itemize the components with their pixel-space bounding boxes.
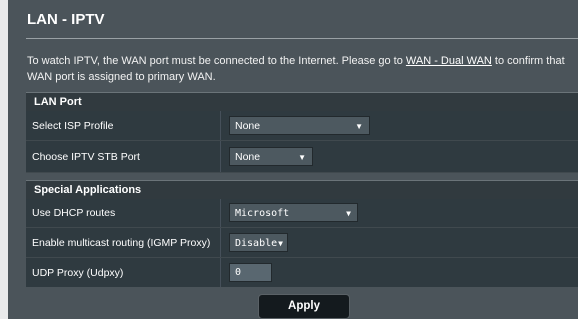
- isp-profile-value: None: [235, 120, 261, 132]
- title-divider: [26, 38, 578, 39]
- apply-button[interactable]: Apply: [258, 294, 350, 319]
- row-divider: [220, 228, 221, 257]
- igmp-proxy-value: Disable: [235, 238, 278, 249]
- igmp-proxy-select[interactable]: Disable ▼: [229, 233, 288, 252]
- row-divider: [220, 111, 221, 140]
- special-apps-section: Special Applications Use DHCP routes Mic…: [26, 180, 578, 287]
- dhcp-routes-label: Use DHCP routes: [32, 207, 116, 219]
- chevron-down-icon: ▼: [278, 239, 283, 248]
- stb-port-row: Choose IPTV STB Port None ▼: [26, 141, 578, 173]
- stb-port-label: Choose IPTV STB Port: [32, 151, 140, 163]
- page-description: To watch IPTV, the WAN port must be conn…: [27, 53, 575, 85]
- row-divider: [220, 141, 221, 172]
- wan-dual-wan-link[interactable]: WAN - Dual WAN: [406, 55, 492, 67]
- dhcp-routes-value: Microsoft: [235, 208, 290, 219]
- igmp-proxy-row: Enable multicast routing (IGMP Proxy) Di…: [26, 228, 578, 258]
- page-title: LAN - IPTV: [27, 11, 105, 28]
- udpxy-port-input[interactable]: [229, 263, 272, 282]
- lan-port-heading: LAN Port: [26, 92, 578, 111]
- stb-port-select[interactable]: None ▼: [229, 147, 313, 166]
- special-apps-heading: Special Applications: [26, 180, 578, 199]
- chevron-down-icon: ▼: [355, 122, 363, 131]
- udpxy-row: UDP Proxy (Udpxy): [26, 258, 578, 287]
- chevron-down-icon: ▼: [298, 153, 306, 162]
- stb-port-value: None: [235, 151, 261, 163]
- isp-profile-select[interactable]: None ▼: [229, 116, 370, 135]
- iptv-settings-panel: LAN - IPTV To watch IPTV, the WAN port m…: [8, 0, 578, 319]
- row-divider: [220, 258, 221, 287]
- isp-profile-row: Select ISP Profile None ▼: [26, 111, 578, 141]
- isp-profile-label: Select ISP Profile: [32, 120, 114, 132]
- dhcp-routes-select[interactable]: Microsoft ▼: [229, 203, 358, 222]
- igmp-proxy-label: Enable multicast routing (IGMP Proxy): [32, 237, 211, 249]
- lan-port-section: LAN Port Select ISP Profile None ▼ Choos…: [26, 92, 578, 173]
- description-prefix: To watch IPTV, the WAN port must be conn…: [27, 55, 406, 67]
- chevron-down-icon: ▼: [346, 209, 351, 218]
- udpxy-label: UDP Proxy (Udpxy): [32, 267, 124, 279]
- dhcp-routes-row: Use DHCP routes Microsoft ▼: [26, 199, 578, 228]
- row-divider: [220, 199, 221, 227]
